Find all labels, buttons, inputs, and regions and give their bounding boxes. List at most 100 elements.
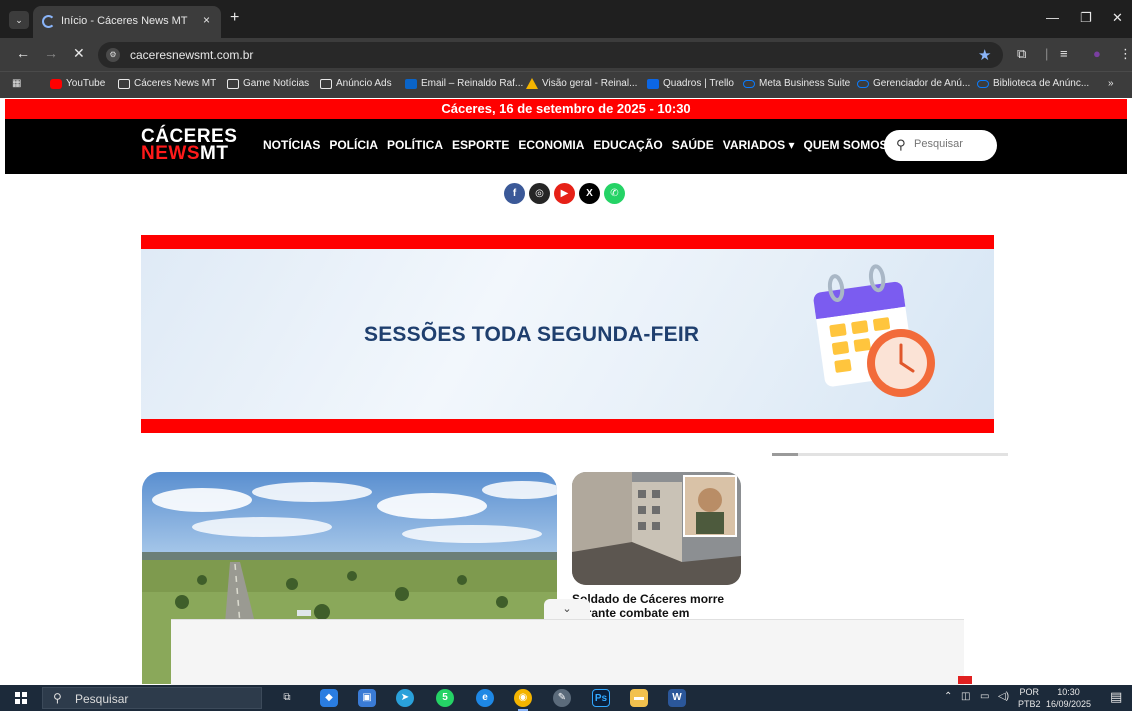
tab-search-chevron-icon[interactable]: ⌄ [9, 11, 29, 29]
bookmark-email[interactable]: Email – Reinaldo Raf... [405, 78, 523, 89]
tab-title: Início - Cáceres News MT [61, 15, 188, 27]
site-header: CÁCERES NEWSMT NOTÍCIAS POLÍCIA POLÍTICA… [5, 119, 1127, 174]
store-icon[interactable]: ▣ [358, 689, 376, 707]
main-nav: NOTÍCIAS POLÍCIA POLÍTICA ESPORTE ECONOM… [263, 138, 897, 152]
banner-body: SESSÕES TODA SEGUNDA-FEIR [141, 249, 994, 419]
task-view-icon[interactable]: ⧉ [278, 689, 296, 707]
red-text-fragment [958, 676, 972, 684]
word-icon[interactable]: W [668, 689, 686, 707]
youtube-social-icon[interactable]: ▶ [554, 183, 575, 204]
forward-arrow-icon[interactable]: → [44, 45, 58, 61]
tray-overflow-icon[interactable]: ⌃ [944, 691, 952, 702]
site-logo[interactable]: CÁCERES NEWSMT [141, 127, 237, 163]
close-window-icon[interactable]: ✕ [1112, 10, 1123, 26]
youtube-icon [50, 78, 62, 89]
destroyed-building-photo [572, 472, 741, 585]
site-search[interactable]: ⚲ [884, 130, 997, 161]
bookmark-youtube[interactable]: YouTube [50, 78, 105, 89]
bookmark-anuncio-ads[interactable]: Anúncio Ads [320, 78, 392, 89]
folder-icon [227, 78, 239, 89]
carousel-progress-track[interactable] [772, 453, 1008, 456]
folder-icon [118, 78, 130, 89]
chrome-icon[interactable]: ◉ [514, 689, 532, 711]
search-icon: ⚲ [53, 691, 62, 705]
nav-item-quem-somos[interactable]: QUEM SOMOS ▾ [804, 138, 897, 152]
nav-item-policia[interactable]: POLÍCIA [329, 138, 378, 152]
minimize-icon[interactable]: — [1046, 10, 1059, 25]
browser-tab-active[interactable]: Início - Cáceres News MT × [33, 6, 221, 38]
profile-avatar-icon[interactable]: ● [1093, 46, 1101, 61]
bookmark-biblioteca[interactable]: Biblioteca de Anúnc... [977, 78, 1089, 89]
bottom-ad-overlay[interactable] [171, 619, 964, 685]
facebook-icon[interactable]: f [504, 183, 525, 204]
browser-toolbar: ← → ✕ ⚙ caceresnewsmt.com.br ★ ⧉ | ≡ ● ⋮ [0, 38, 1132, 71]
google-ads-icon [526, 78, 538, 89]
file-explorer-icon[interactable]: ▬ [630, 689, 648, 707]
x-twitter-icon[interactable]: X [579, 183, 600, 204]
bookmark-visao-geral[interactable]: Visão geral - Reinal... [526, 78, 637, 89]
edge-icon[interactable]: e [476, 689, 494, 707]
nav-item-economia[interactable]: ECONOMIA [518, 138, 584, 152]
menu-kebab-icon[interactable]: ⋮ [1119, 46, 1132, 62]
bookmark-trello[interactable]: Quadros | Trello [647, 78, 734, 89]
input-language-indicator[interactable]: POR PTB2 [1018, 686, 1041, 710]
bookmarks-bar: ▦ YouTube Cáceres News MT Game Notícias … [0, 71, 1132, 98]
windows-start-icon[interactable] [15, 692, 27, 704]
photoshop-icon[interactable]: Ps [592, 689, 610, 707]
notifications-icon[interactable]: ▤ [1110, 689, 1122, 705]
bookmark-meta-business[interactable]: Meta Business Suite [743, 78, 850, 89]
back-arrow-icon[interactable]: ← [16, 45, 30, 61]
calendar-clock-icon [813, 264, 935, 397]
meta-icon [977, 79, 989, 88]
whatsapp-icon[interactable]: ✆ [604, 183, 625, 204]
outlook-icon [405, 78, 417, 89]
trello-icon [647, 78, 659, 89]
overlay-collapse-chevron-icon[interactable]: ⌄ [544, 599, 590, 620]
nav-item-noticias[interactable]: NOTÍCIAS [263, 138, 320, 152]
bookmark-caceres-news[interactable]: Cáceres News MT [118, 78, 216, 89]
windows-taskbar: ⚲ Pesquisar ⧉ ◆ ▣ ➤ 5 e ◉ ✎ Ps ▬ W ⌃ ◫ ▭… [0, 685, 1132, 711]
stop-loading-icon[interactable]: ✕ [73, 45, 85, 62]
tab-close-icon[interactable]: × [203, 13, 210, 27]
bookmarks-overflow-icon[interactable]: » [1108, 78, 1114, 89]
address-bar[interactable]: ⚙ caceresnewsmt.com.br ★ [98, 42, 1003, 68]
nav-item-esporte[interactable]: ESPORTE [452, 138, 509, 152]
banner-red-stripe-top [141, 235, 994, 249]
apps-grid-icon[interactable]: ▦ [12, 78, 21, 89]
restore-icon[interactable]: ❐ [1080, 10, 1092, 26]
bookmark-gerenciador[interactable]: Gerenciador de Anú... [857, 78, 970, 89]
volume-icon[interactable]: ◁) [998, 691, 1009, 702]
search-icon: ⚲ [896, 137, 906, 152]
site-info-icon[interactable]: ⚙ [106, 48, 120, 62]
nav-item-educacao[interactable]: EDUCAÇÃO [593, 138, 662, 152]
loading-spinner-icon [42, 15, 55, 28]
whatsapp-badge: 5 [442, 692, 448, 703]
instagram-icon[interactable]: ◎ [529, 183, 550, 204]
bookmark-star-icon[interactable]: ★ [978, 46, 991, 64]
telegram-icon[interactable]: ➤ [396, 689, 414, 707]
date-bar: Cáceres, 16 de setembro de 2025 - 10:30 [5, 99, 1127, 119]
carousel-progress-thumb[interactable] [772, 453, 798, 456]
taskbar-search[interactable]: ⚲ Pesquisar [42, 687, 262, 709]
tray-app-icon[interactable]: ◫ [961, 691, 970, 702]
network-icon[interactable]: ▭ [980, 691, 989, 702]
new-tab-button[interactable]: + [230, 9, 239, 27]
meta-icon [743, 79, 755, 88]
bookmark-game-noticias[interactable]: Game Notícias [227, 78, 309, 89]
taskbar-clock[interactable]: 10:30 16/09/2025 [1046, 686, 1091, 710]
news-headline-link[interactable]: Soldado de Cáceres morre durante combate… [572, 592, 742, 620]
nav-item-variados[interactable]: VARIADOS ▾ [723, 138, 795, 152]
url-text[interactable]: caceresnewsmt.com.br [130, 48, 253, 62]
extensions-icon[interactable]: ⧉ [1017, 46, 1026, 62]
banner-headline: SESSÕES TODA SEGUNDA-FEIR [364, 323, 700, 346]
media-queue-icon[interactable]: ≡ [1060, 46, 1068, 61]
ad-banner[interactable]: SESSÕES TODA SEGUNDA-FEIR [141, 235, 994, 433]
copilot-icon[interactable]: ◆ [320, 689, 338, 707]
whatsapp-taskbar-icon[interactable]: 5 [436, 689, 454, 707]
nav-item-saude[interactable]: SAÚDE [672, 138, 714, 152]
news-thumb-image[interactable] [572, 472, 741, 585]
search-input[interactable] [914, 138, 992, 150]
toolbar-divider: | [1045, 46, 1049, 61]
nav-item-politica[interactable]: POLÍTICA [387, 138, 443, 152]
paint-icon[interactable]: ✎ [553, 689, 571, 707]
